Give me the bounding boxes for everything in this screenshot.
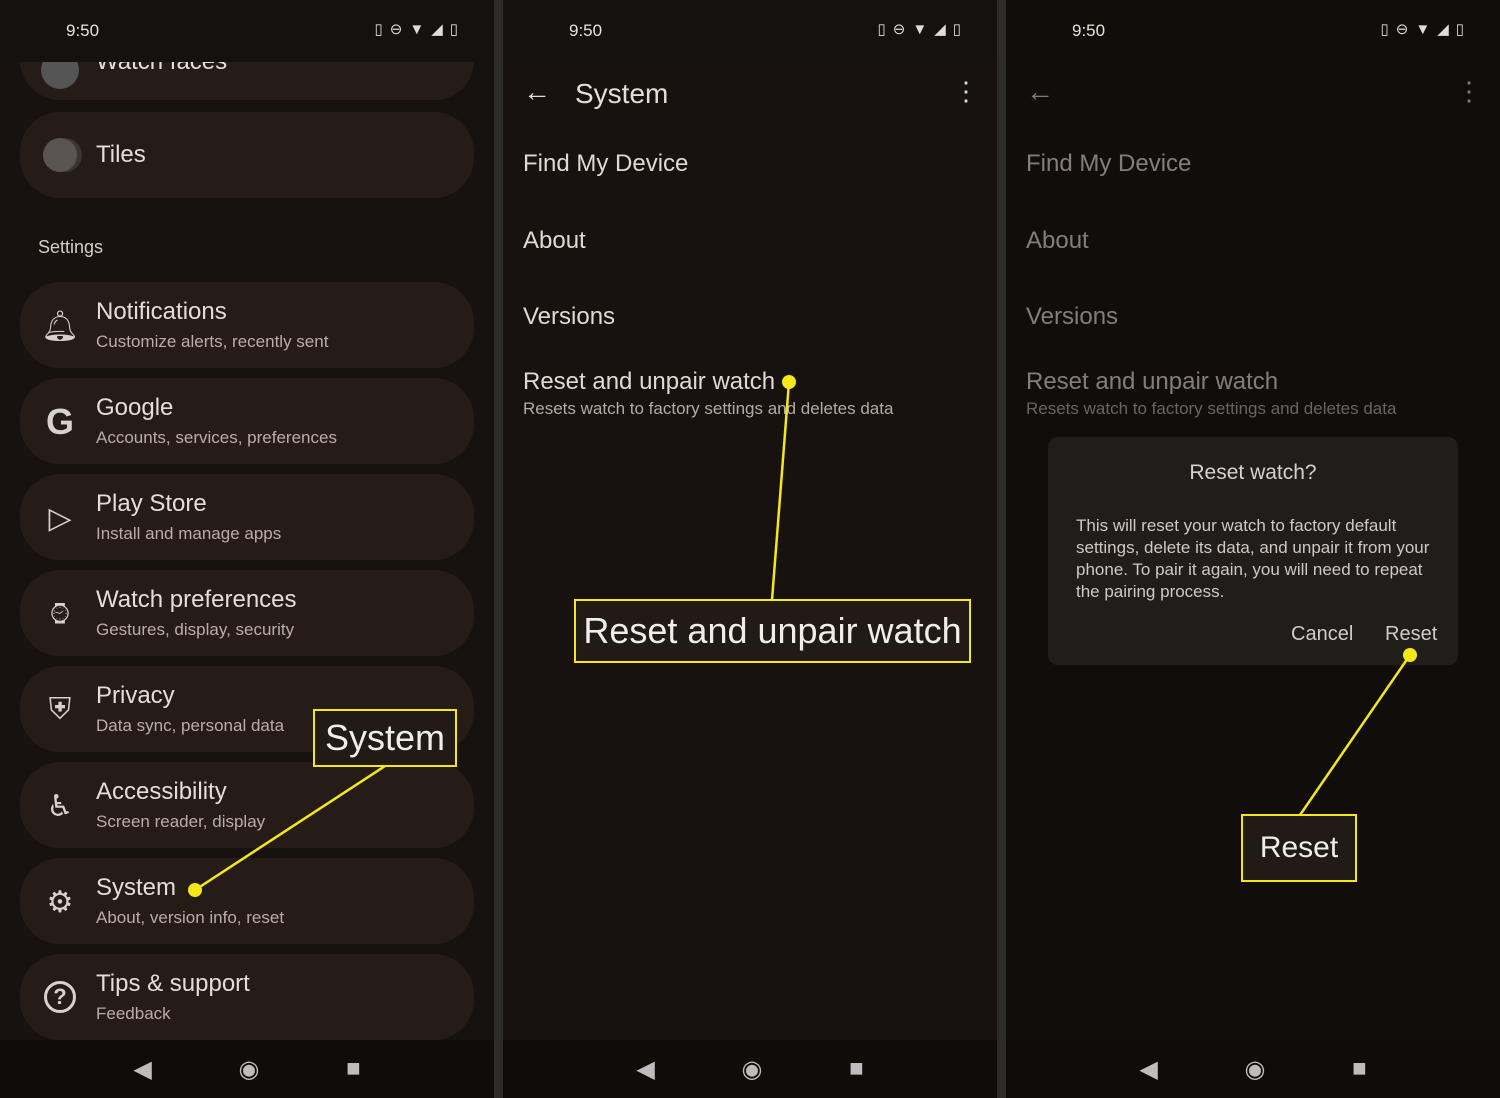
callout-reset: Reset [1241,814,1357,882]
callout-reset-unpair: Reset and unpair watch [574,599,971,663]
callout-line-reset [1298,654,1412,816]
callout-dot-reset [1403,648,1417,662]
callout-dot-reset-unpair [782,375,796,389]
callout-lines [188,375,1417,897]
callout-line-system [194,764,386,892]
callout-line-reset-unpair [770,381,791,601]
callout-dot-system [188,883,202,897]
callout-system: System [313,709,457,767]
